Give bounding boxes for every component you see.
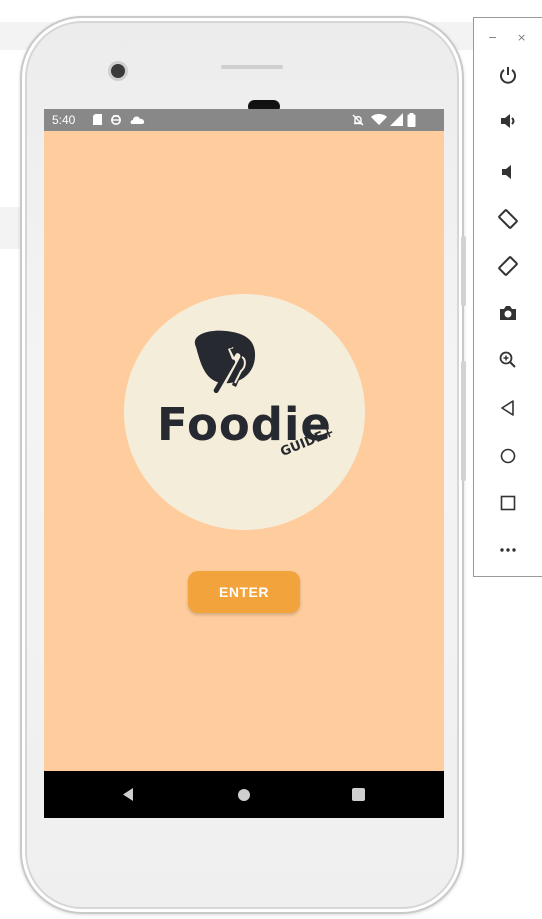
usb-debug-icon bbox=[111, 115, 121, 125]
battery-icon bbox=[407, 113, 416, 127]
alarm-off-icon bbox=[352, 114, 364, 126]
zoom-in-icon[interactable] bbox=[496, 348, 520, 372]
device-screen: 5:40 Foodie GUIDE+ ENTER bbox=[44, 109, 444, 818]
rotate-left-icon[interactable] bbox=[496, 207, 520, 231]
sd-card-icon bbox=[93, 114, 102, 125]
status-time: 5:40 bbox=[52, 113, 76, 127]
status-bar: 5:40 bbox=[44, 109, 444, 131]
volume-up-icon[interactable] bbox=[496, 109, 520, 133]
enter-button[interactable]: ENTER bbox=[188, 571, 300, 613]
minimize-button[interactable]: − bbox=[488, 32, 497, 43]
earpiece-speaker bbox=[221, 65, 283, 69]
camera-icon[interactable] bbox=[496, 301, 520, 325]
front-camera bbox=[111, 64, 125, 78]
signal-icon bbox=[390, 113, 403, 126]
nav-back-icon[interactable] bbox=[121, 787, 135, 802]
home-icon[interactable] bbox=[496, 444, 520, 468]
overview-icon[interactable] bbox=[496, 491, 520, 515]
side-power-key bbox=[461, 236, 466, 306]
navigation-bar bbox=[44, 771, 444, 818]
side-volume-key bbox=[461, 361, 466, 481]
emulator-toolbar: − × bbox=[473, 17, 542, 577]
fork-knife-icon bbox=[194, 330, 256, 394]
emulator-stage: 5:40 Foodie GUIDE+ ENTER − × bbox=[0, 0, 542, 919]
cloud-icon bbox=[130, 116, 145, 124]
rotate-right-icon[interactable] bbox=[496, 254, 520, 278]
app-logo: Foodie GUIDE+ bbox=[124, 294, 365, 530]
nav-home-icon[interactable] bbox=[238, 789, 250, 801]
volume-down-icon[interactable] bbox=[496, 160, 520, 184]
close-button[interactable]: × bbox=[517, 32, 526, 43]
power-icon[interactable] bbox=[496, 63, 520, 87]
wifi-icon bbox=[371, 114, 387, 125]
more-icon[interactable] bbox=[496, 538, 520, 562]
nav-overview-icon[interactable] bbox=[352, 788, 365, 801]
back-icon[interactable] bbox=[496, 396, 520, 420]
